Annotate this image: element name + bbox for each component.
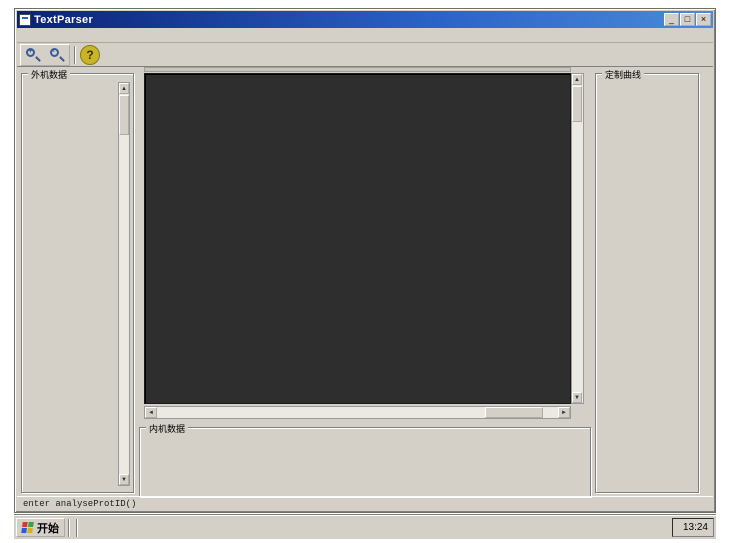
client-area: 外机数据 ▲ ▼ ▲ ▼ ◄ xyxy=(17,67,713,496)
scroll-left-icon[interactable]: ◄ xyxy=(145,407,157,418)
window-title: TextParser xyxy=(34,14,664,26)
custom-curves-panel: 定制曲线 xyxy=(595,73,699,493)
toolbar-separator xyxy=(74,46,76,64)
scrollbar-thumb[interactable] xyxy=(485,407,543,418)
maximize-button[interactable]: □ xyxy=(680,13,695,26)
scrollbar-thumb[interactable] xyxy=(572,86,582,122)
zoom-in-button[interactable]: + xyxy=(21,45,45,65)
chart-vertical-scrollbar[interactable]: ▲ ▼ xyxy=(571,73,584,404)
title-bar[interactable]: TextParser _ □ × xyxy=(17,11,713,28)
windows-logo-icon xyxy=(21,522,35,533)
scroll-up-icon[interactable]: ▲ xyxy=(572,74,582,85)
close-button[interactable]: × xyxy=(696,13,711,26)
taskbar-clock: 13:24 xyxy=(681,522,708,533)
trend-plot xyxy=(144,73,571,404)
outdoor-data-title: 外机数据 xyxy=(28,68,70,81)
indoor-data-title: 内机数据 xyxy=(146,422,188,435)
menu-bar xyxy=(17,28,713,43)
toolbar: + - ? xyxy=(17,43,713,67)
app-window: TextParser _ □ × + - ? xyxy=(14,8,716,513)
chart-area: ▲ ▼ ◄ ► xyxy=(139,67,585,425)
status-bar: enter analyseProtID() xyxy=(17,496,713,510)
taskbar: 开始 13:24 xyxy=(14,515,716,539)
system-tray: 13:24 xyxy=(672,518,714,537)
desktop: TextParser _ □ × + - ? xyxy=(0,0,730,543)
status-text: enter analyseProtID() xyxy=(19,499,140,509)
scroll-down-icon[interactable]: ▼ xyxy=(119,474,129,485)
scroll-down-icon[interactable]: ▼ xyxy=(572,392,582,403)
indoor-data-panel: 内机数据 xyxy=(139,427,591,497)
zoom-out-button[interactable]: - xyxy=(45,45,69,65)
start-button[interactable]: 开始 xyxy=(16,518,65,537)
outdoor-data-panel: 外机数据 ▲ ▼ xyxy=(21,73,134,493)
minimize-button[interactable]: _ xyxy=(664,13,679,26)
scroll-right-icon[interactable]: ► xyxy=(558,407,570,418)
scrollbar-thumb[interactable] xyxy=(119,95,129,135)
scroll-up-icon[interactable]: ▲ xyxy=(119,83,129,94)
sidebar-scrollbar[interactable]: ▲ ▼ xyxy=(118,82,130,486)
chart-top-strip xyxy=(144,67,571,72)
chart-horizontal-scrollbar[interactable]: ◄ ► xyxy=(144,406,571,419)
app-icon xyxy=(19,14,31,26)
help-button[interactable]: ? xyxy=(80,45,100,65)
custom-curves-title: 定制曲线 xyxy=(602,68,644,81)
